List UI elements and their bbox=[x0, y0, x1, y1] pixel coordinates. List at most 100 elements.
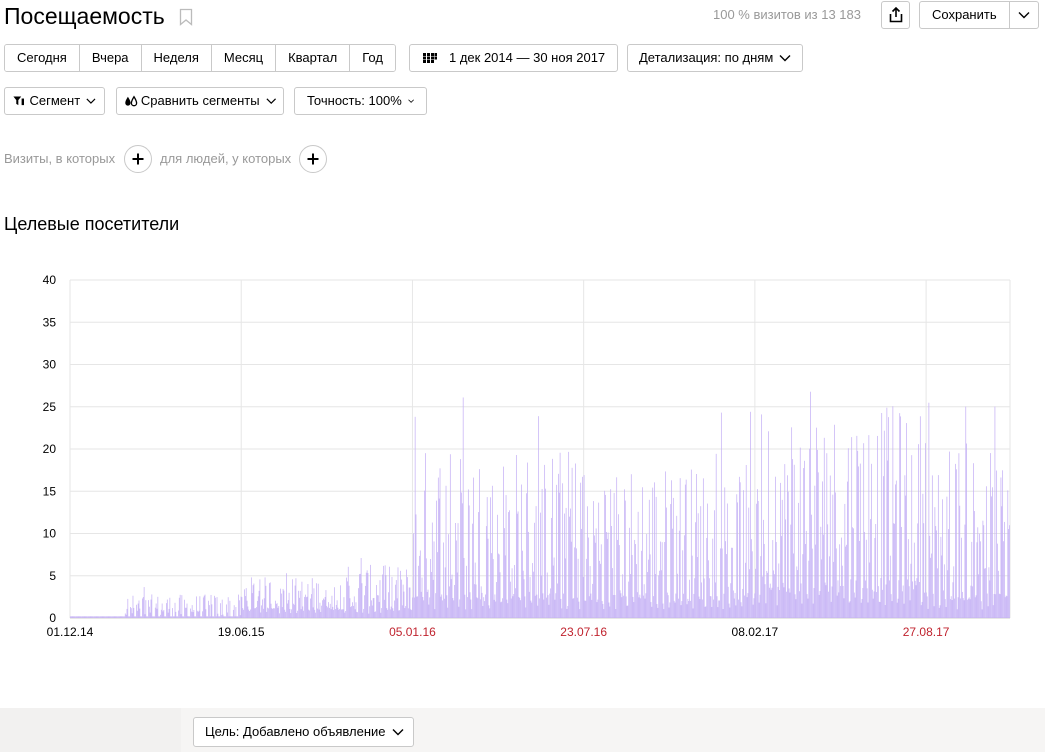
chart-bar[interactable] bbox=[449, 454, 451, 618]
chart-bar[interactable] bbox=[809, 448, 811, 618]
chart-bar[interactable] bbox=[252, 585, 254, 618]
chart-bar[interactable] bbox=[778, 563, 780, 618]
chart-bar[interactable] bbox=[929, 535, 931, 618]
chart-bar[interactable] bbox=[944, 599, 946, 618]
chart-bar[interactable] bbox=[655, 496, 657, 618]
chart-bar[interactable] bbox=[469, 592, 471, 618]
chart-bar[interactable] bbox=[451, 574, 453, 618]
chart-bar[interactable] bbox=[221, 599, 223, 618]
chart-bar[interactable] bbox=[622, 574, 624, 618]
chart-bar[interactable] bbox=[808, 560, 810, 618]
chart-bar[interactable] bbox=[456, 572, 458, 618]
chart-bar[interactable] bbox=[499, 572, 501, 618]
chart-bar[interactable] bbox=[965, 406, 967, 618]
chart-bar[interactable] bbox=[284, 609, 286, 618]
chart-bar[interactable] bbox=[211, 604, 213, 618]
chart-bar[interactable] bbox=[770, 589, 772, 618]
chart-bar[interactable] bbox=[374, 611, 376, 618]
chart-bar[interactable] bbox=[388, 592, 389, 618]
chart-bar[interactable] bbox=[904, 475, 906, 618]
chart-bar[interactable] bbox=[413, 597, 415, 618]
chart-bar[interactable] bbox=[480, 586, 482, 618]
chart-bar[interactable] bbox=[999, 594, 1001, 618]
chart-bar[interactable] bbox=[963, 600, 965, 618]
chart-bar[interactable] bbox=[696, 474, 697, 618]
chart-bar[interactable] bbox=[582, 576, 584, 618]
chart-bar[interactable] bbox=[311, 594, 312, 618]
chart-bar[interactable] bbox=[279, 613, 280, 618]
chart-bar[interactable] bbox=[672, 497, 674, 618]
chart-bar[interactable] bbox=[331, 595, 333, 618]
chart-bar[interactable] bbox=[280, 588, 281, 618]
chart-bar[interactable] bbox=[762, 519, 764, 618]
chart-bar[interactable] bbox=[996, 470, 998, 618]
chart-bar[interactable] bbox=[654, 482, 655, 618]
chart-bar[interactable] bbox=[665, 471, 666, 618]
chart-bar[interactable] bbox=[877, 435, 878, 618]
chart-bar[interactable] bbox=[927, 608, 929, 618]
chart-bar[interactable] bbox=[537, 605, 539, 618]
chart-bar[interactable] bbox=[368, 613, 370, 618]
chart-bar[interactable] bbox=[393, 610, 395, 618]
chart-bar[interactable] bbox=[561, 608, 563, 618]
chart-bar[interactable] bbox=[909, 600, 911, 618]
chart-bar[interactable] bbox=[409, 587, 411, 618]
chart-bar[interactable] bbox=[725, 541, 726, 618]
chart-bar[interactable] bbox=[636, 592, 638, 618]
chart-bar[interactable] bbox=[693, 593, 695, 618]
chart-bar[interactable] bbox=[464, 594, 466, 618]
chart-bar[interactable] bbox=[738, 599, 739, 618]
chart-bar[interactable] bbox=[407, 608, 409, 618]
chart-bar[interactable] bbox=[401, 579, 402, 618]
chart-bar[interactable] bbox=[383, 565, 384, 618]
chart-bar[interactable] bbox=[619, 590, 621, 618]
chart-bar[interactable] bbox=[478, 512, 479, 618]
chart-bar[interactable] bbox=[526, 493, 528, 618]
chart-bar[interactable] bbox=[255, 608, 256, 618]
chart-bar[interactable] bbox=[797, 570, 799, 618]
chart-bar[interactable] bbox=[403, 591, 405, 618]
chart-bar[interactable] bbox=[608, 602, 610, 618]
chart-bar[interactable] bbox=[547, 595, 549, 618]
chart-bar[interactable] bbox=[939, 605, 941, 618]
chart-bar[interactable] bbox=[408, 587, 410, 618]
chart-bar[interactable] bbox=[885, 584, 887, 619]
chart-bar[interactable] bbox=[656, 604, 658, 618]
chart-bar[interactable] bbox=[495, 601, 497, 618]
chart-bar[interactable] bbox=[419, 555, 420, 618]
chart-bar[interactable] bbox=[415, 514, 417, 618]
chart-bar[interactable] bbox=[700, 506, 702, 618]
chart-bar[interactable] bbox=[290, 613, 292, 618]
chart-bar[interactable] bbox=[197, 611, 199, 618]
chart-bar[interactable] bbox=[540, 512, 541, 618]
chart-bar[interactable] bbox=[570, 508, 571, 618]
chart-bar[interactable] bbox=[220, 603, 221, 618]
chart-bar[interactable] bbox=[413, 533, 414, 618]
chart-bar[interactable] bbox=[392, 608, 394, 618]
chart-bar[interactable] bbox=[842, 585, 844, 618]
chart-bar[interactable] bbox=[427, 589, 429, 618]
chart-bar[interactable] bbox=[733, 598, 735, 618]
chart-bar[interactable] bbox=[816, 427, 817, 618]
chart-bar[interactable] bbox=[788, 588, 790, 618]
chart-bar[interactable] bbox=[449, 586, 450, 618]
chart-bar[interactable] bbox=[829, 556, 830, 618]
chart-bar[interactable] bbox=[529, 577, 531, 618]
chart-bar[interactable] bbox=[653, 596, 654, 618]
chart-bar[interactable] bbox=[1009, 525, 1010, 618]
chart-bar[interactable] bbox=[880, 578, 882, 618]
chart-bar[interactable] bbox=[477, 598, 479, 618]
chart-bar[interactable] bbox=[843, 598, 845, 618]
chart-bar[interactable] bbox=[439, 468, 441, 618]
chart-bar[interactable] bbox=[224, 616, 226, 618]
chart-bar[interactable] bbox=[555, 593, 557, 618]
chart-bar[interactable] bbox=[756, 503, 757, 618]
chart-bar[interactable] bbox=[261, 605, 262, 618]
chart-bar[interactable] bbox=[559, 452, 561, 618]
chart-bar[interactable] bbox=[421, 577, 423, 618]
chart-bar[interactable] bbox=[202, 597, 204, 618]
chart-bar[interactable] bbox=[835, 548, 837, 618]
chart-bar[interactable] bbox=[905, 495, 907, 618]
chart-bar[interactable] bbox=[856, 435, 858, 618]
chart-bar[interactable] bbox=[869, 562, 871, 618]
